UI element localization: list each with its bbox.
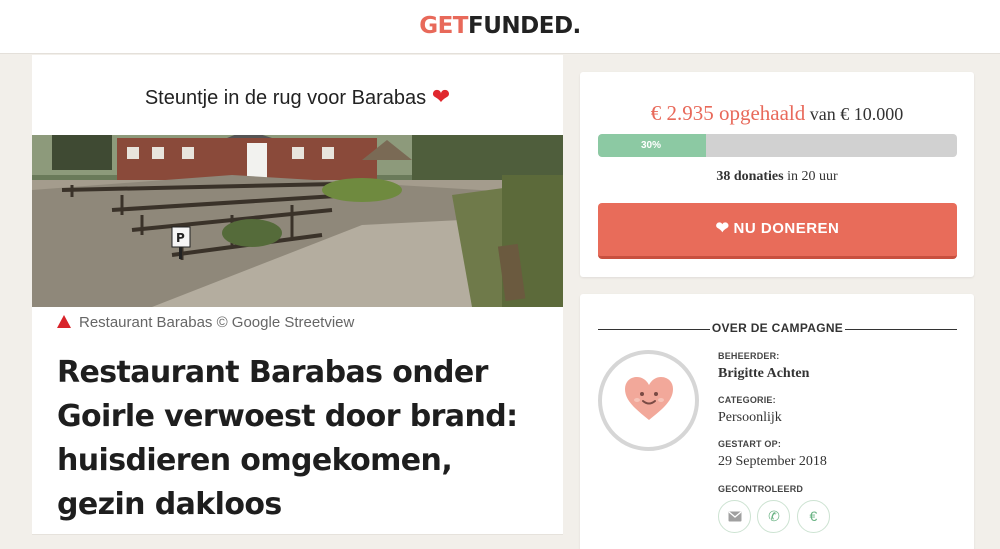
verified-label: GECONTROLEERD — [718, 484, 804, 494]
getfunded-logo[interactable]: GETFUNDED. — [0, 13, 1000, 39]
manager-block: BEHEERDER: Brigitte Achten — [718, 351, 809, 382]
phone-icon[interactable]: ✆ — [757, 500, 791, 533]
started-date: 29 September 2018 — [718, 454, 827, 469]
top-bar: GETFUNDED. — [0, 0, 1000, 54]
raised-summary: € 2.935 opgehaald van € 10.000 — [580, 101, 974, 126]
campaign-card: Steuntje in de rug voor Barabas ❤ P Rest… — [32, 55, 563, 535]
donation-card: € 2.935 opgehaald van € 10.000 30% 38 do… — [580, 72, 974, 277]
photo-caption-text: Restaurant Barabas © Google Streetview — [79, 314, 355, 331]
campaign-headline: Restaurant Barabas onder Goirle verwoest… — [57, 355, 518, 522]
about-campaign-card: OVER DE CAMPAGNE BEHEERDER: Brigitte Ach… — [580, 294, 974, 549]
euro-icon[interactable]: € — [796, 500, 830, 533]
donations-count: 38 donaties — [716, 169, 784, 184]
about-heading-text: OVER DE CAMPAGNE — [711, 321, 844, 335]
avatar — [598, 350, 699, 451]
campaign-title-text: Steuntje in de rug voor Barabas — [144, 87, 427, 109]
verification-icons: ✆ € — [718, 500, 832, 533]
progress-fill: 30% — [598, 134, 706, 157]
started-label: GESTART OP: — [718, 439, 782, 449]
logo-funded: FUNDED. — [468, 13, 581, 39]
email-icon[interactable] — [718, 500, 751, 533]
divider — [845, 329, 957, 330]
campaign-title: Steuntje in de rug voor Barabas ❤ — [32, 84, 563, 110]
progress-bar: 30% — [598, 134, 957, 157]
donations-summary: 38 donaties in 20 uur — [580, 169, 974, 185]
progress-label: 30% — [641, 140, 662, 151]
category-block: CATEGORIE: Persoonlijk — [718, 395, 782, 426]
logo-get: GET — [419, 13, 468, 39]
svg-text:P: P — [176, 231, 185, 245]
heart-icon: ❤ — [431, 84, 451, 109]
donate-button[interactable]: ❤ NU DONEREN — [598, 203, 957, 259]
about-heading: OVER DE CAMPAGNE — [598, 321, 957, 337]
manager-label: BEHEERDER: — [718, 351, 780, 361]
goal-amount: van € 10.000 — [809, 104, 904, 124]
divider — [598, 329, 710, 330]
verified-block: GECONTROLEERD — [718, 484, 803, 494]
donate-button-label: NU DONEREN — [733, 220, 840, 237]
manager-name[interactable]: Brigitte Achten — [718, 366, 809, 382]
donations-period: in 20 uur — [787, 169, 838, 184]
category-label: CATEGORIE: — [718, 395, 776, 405]
started-block: GESTART OP: 29 September 2018 — [718, 439, 827, 470]
heart-icon: ❤ — [715, 220, 730, 237]
warning-triangle-icon — [57, 315, 71, 328]
raised-amount: € 2.935 opgehaald — [650, 101, 806, 125]
smiling-heart-icon — [625, 377, 673, 420]
campaign-photo: P — [32, 135, 563, 307]
category-value: Persoonlijk — [718, 410, 782, 425]
photo-caption: Restaurant Barabas © Google Streetview — [57, 314, 354, 331]
